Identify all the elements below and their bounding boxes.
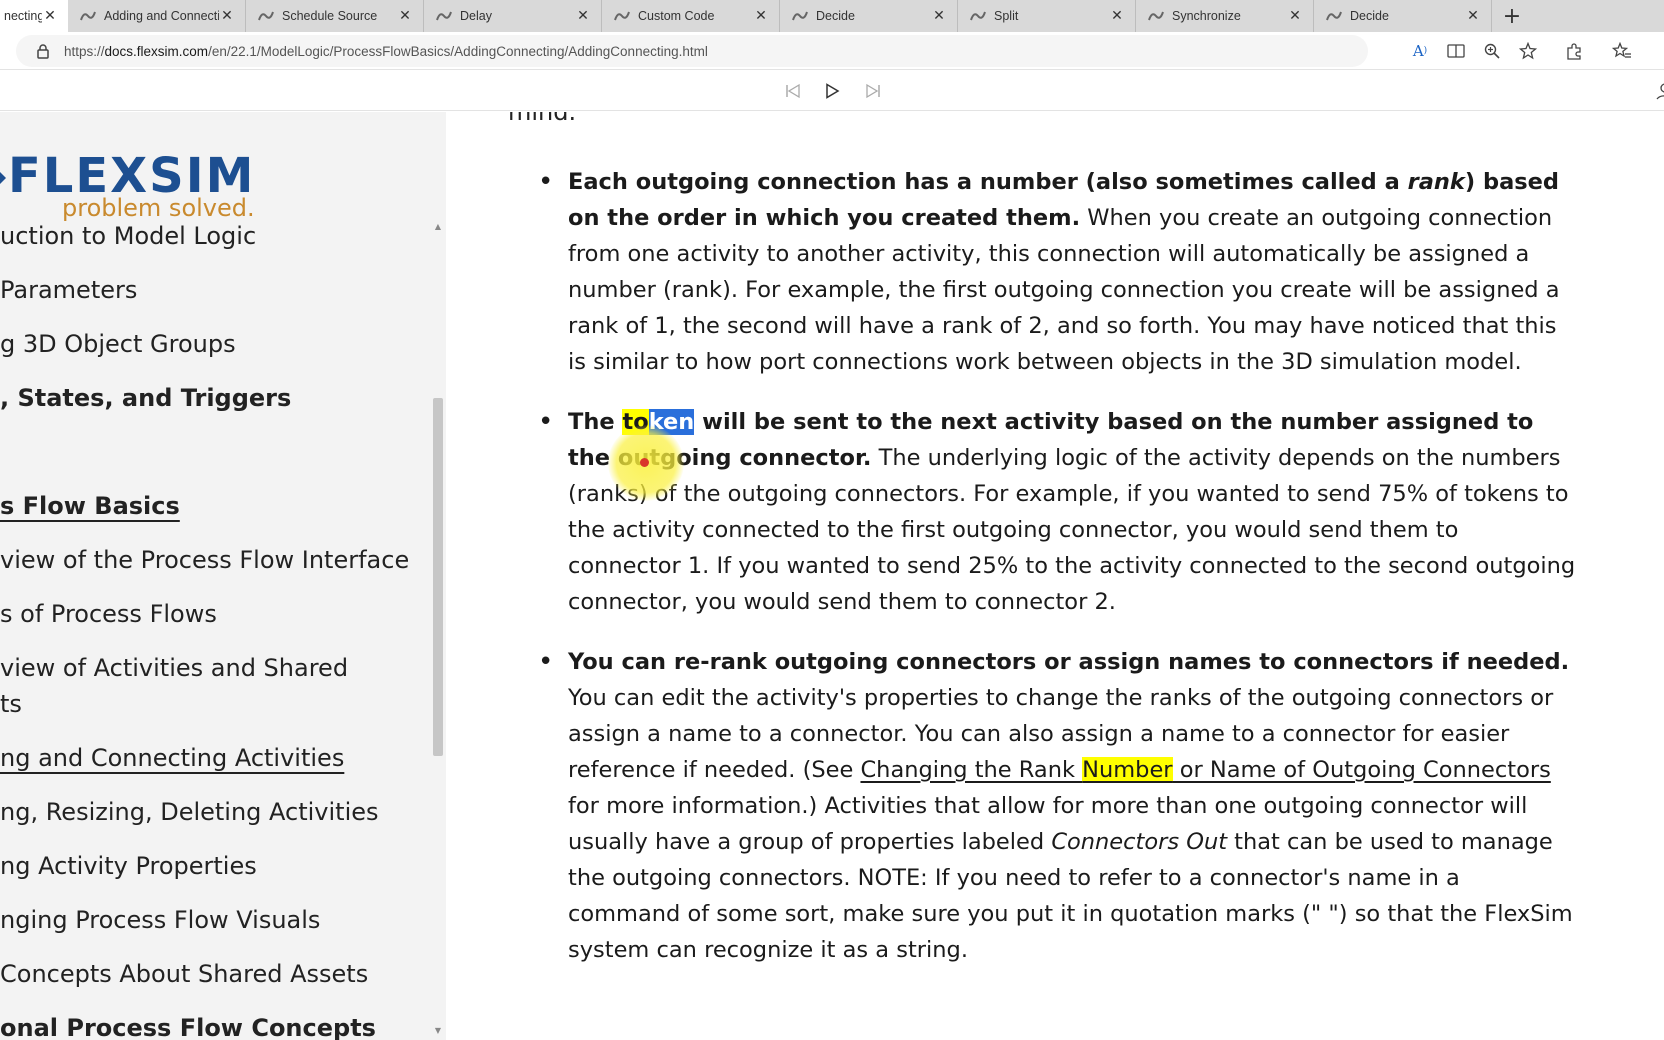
previous-icon[interactable]	[783, 81, 803, 101]
close-icon[interactable]: ✕	[931, 8, 947, 24]
sidebar-item-introduction-to-model-logic[interactable]: uction to Model Logic	[0, 222, 256, 250]
address-bar[interactable]: https://docs.flexsim.com/en/22.1/ModelLo…	[16, 35, 1368, 67]
connection-rules-list: Each outgoing connection has a number (a…	[538, 164, 1578, 992]
address-row: https://docs.flexsim.com/en/22.1/ModelLo…	[0, 32, 1664, 70]
profile-icon[interactable]	[1652, 81, 1664, 101]
close-icon[interactable]: ✕	[1109, 8, 1125, 24]
flexsim-favicon-icon	[80, 9, 96, 23]
sidebar-item-process-flow-basics[interactable]: s Flow Basics	[0, 492, 180, 520]
tab-schedule-source[interactable]: Schedule Source ✕	[246, 0, 424, 32]
play-icon[interactable]	[822, 81, 842, 101]
tab-label: Adding and Connecting	[104, 9, 219, 23]
toolbar-icons	[1556, 32, 1640, 70]
sidebar-item-changing-process-flow-visuals[interactable]: nging Process Flow Visuals	[0, 906, 320, 934]
tab-label: Decide	[816, 9, 855, 23]
immersive-reader-icon[interactable]	[1438, 33, 1474, 69]
scroll-up-icon[interactable]: ▲	[433, 222, 443, 232]
sidebar-item-process-flow-interface[interactable]: view of the Process Flow Interface	[0, 546, 409, 574]
flexsim-logo-icon: FLEXSIM problem solved.	[0, 148, 255, 222]
rank-term: rank	[1407, 169, 1465, 195]
sidebar-item-moving-resizing-deleting[interactable]: ng, Resizing, Deleting Activities	[0, 798, 379, 826]
tab-decide[interactable]: Decide ✕	[780, 0, 958, 32]
changing-rank-link[interactable]: Changing the Rank Number or Name of Outg…	[860, 757, 1551, 783]
sidebar-item-parameters[interactable]: Parameters	[0, 276, 137, 304]
sidebar-item-additional-process-flow-concepts[interactable]: onal Process Flow Concepts	[0, 1014, 376, 1040]
close-icon[interactable]: ✕	[219, 8, 235, 24]
tab-label: necting	[4, 9, 42, 23]
link-text-1: Changing the Rank	[860, 757, 1083, 783]
read-aloud-icon[interactable]: A)	[1402, 33, 1438, 69]
close-icon[interactable]: ✕	[42, 8, 58, 24]
lock-icon[interactable]	[34, 42, 52, 60]
connectors-out-term: Connectors Out	[1051, 829, 1228, 855]
flexsim-favicon-icon	[614, 9, 630, 23]
tab-delay[interactable]: Delay ✕	[424, 0, 602, 32]
favorites-list-icon[interactable]	[1604, 33, 1640, 69]
link-text-highlight: Number	[1082, 757, 1173, 783]
selected-text-part1: to	[622, 409, 649, 435]
list-item-token-routing: The token will be sent to the next activ…	[538, 404, 1578, 620]
close-icon[interactable]: ✕	[575, 8, 591, 24]
next-icon[interactable]	[863, 81, 883, 101]
selected-text-part2: ken	[648, 409, 695, 435]
paragraph-fragment: mind.	[508, 112, 577, 126]
address-bar-icons: A)	[1402, 32, 1546, 70]
url-text[interactable]: https://docs.flexsim.com/en/22.1/ModelLo…	[64, 44, 708, 59]
bold-lead-3: You can re-rank outgoing connectors or a…	[568, 649, 1570, 675]
bold-lead-1a: Each outgoing connection has a number (a…	[568, 169, 1408, 195]
tab-label: Synchronize	[1172, 9, 1241, 23]
sidebar-item-states-and-triggers[interactable]: , States, and Triggers	[0, 384, 291, 412]
url-prefix: https://	[64, 43, 105, 59]
close-icon[interactable]: ✕	[1287, 8, 1303, 24]
tab-label: Custom Code	[638, 9, 715, 23]
sidebar-item-editing-activity-properties[interactable]: ng Activity Properties	[0, 852, 257, 880]
list-item-connection-rank: Each outgoing connection has a number (a…	[538, 164, 1578, 380]
close-icon[interactable]: ✕	[753, 8, 769, 24]
read-aloud-bar	[0, 71, 1664, 111]
sidebar-item-shared-assets-concepts[interactable]: Concepts About Shared Assets	[0, 960, 368, 988]
tab-decide-2[interactable]: Decide ✕	[1314, 0, 1492, 32]
tab-adding-connecting-active[interactable]: necting ✕	[0, 0, 68, 32]
tab-label: Delay	[460, 9, 492, 23]
flexsim-favicon-icon	[436, 9, 452, 23]
tab-adding-connecting[interactable]: Adding and Connecting ✕	[68, 0, 246, 32]
url-domain: docs.flexsim.com	[104, 43, 209, 59]
new-tab-button[interactable]: +	[1492, 0, 1532, 32]
flexsim-logo[interactable]: FLEXSIM problem solved.	[0, 132, 300, 222]
zoom-icon[interactable]	[1474, 33, 1510, 69]
sidebar-item-3d-object-groups[interactable]: g 3D Object Groups	[0, 330, 236, 358]
tab-label: Decide	[1350, 9, 1389, 23]
scroll-down-icon[interactable]: ▼	[433, 1026, 443, 1036]
flexsim-favicon-icon	[1326, 9, 1342, 23]
tab-synchronize[interactable]: Synchronize ✕	[1136, 0, 1314, 32]
sidebar-item-activities-and-shared-assets-cont[interactable]: ts	[0, 690, 22, 718]
tab-label: Split	[994, 9, 1019, 23]
tab-strip: necting ✕ Adding and Connecting ✕ Schedu…	[0, 0, 1664, 32]
sidebar-item-adding-and-connecting-activities[interactable]: ng and Connecting Activities	[0, 744, 344, 772]
tab-custom-code[interactable]: Custom Code ✕	[602, 0, 780, 32]
close-icon[interactable]: ✕	[397, 8, 413, 24]
list-item-rerank-connectors: You can re-rank outgoing connectors or a…	[538, 644, 1578, 968]
sidebar-item-types-of-process-flows[interactable]: s of Process Flows	[0, 600, 217, 628]
tab-split[interactable]: Split ✕	[958, 0, 1136, 32]
bold-lead-2a: The	[568, 409, 623, 435]
close-icon[interactable]: ✕	[1465, 8, 1481, 24]
logo-tagline: problem solved.	[62, 194, 255, 222]
sidebar-scrollbar-thumb[interactable]	[433, 398, 443, 756]
url-path: /en/22.1/ModelLogic/ProcessFlowBasics/Ad…	[208, 43, 708, 59]
flexsim-favicon-icon	[258, 9, 274, 23]
sidebar-item-activities-and-shared-assets[interactable]: view of Activities and Shared	[0, 654, 348, 682]
cursor-click-dot	[640, 458, 649, 467]
plus-icon: +	[1502, 3, 1522, 29]
flexsim-favicon-icon	[970, 9, 986, 23]
link-text-2: or Name of Outgoing Connectors	[1172, 757, 1551, 783]
doc-content: mind. Each outgoing connection has a num…	[448, 112, 1664, 1040]
favorite-star-icon[interactable]	[1510, 33, 1546, 69]
extensions-icon[interactable]	[1556, 33, 1592, 69]
flexsim-favicon-icon	[792, 9, 808, 23]
docs-sidebar: FLEXSIM problem solved. uction to Model …	[0, 112, 446, 1040]
tab-label: Schedule Source	[282, 9, 378, 23]
flexsim-favicon-icon	[1148, 9, 1164, 23]
